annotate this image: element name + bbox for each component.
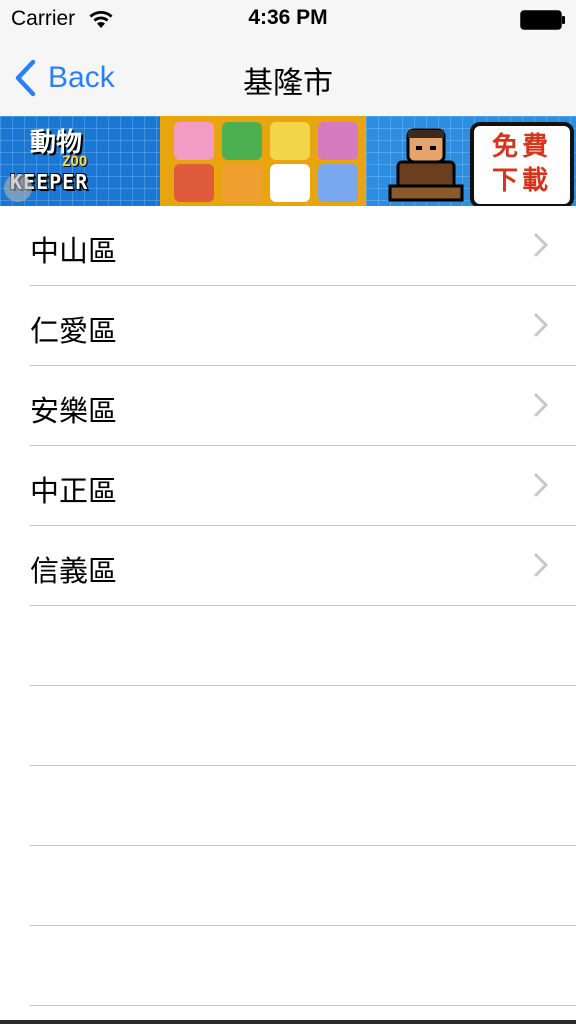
screen-bottom-edge [0,1020,576,1024]
list-item-label: 中正區 [30,474,118,508]
ad-banner[interactable]: 動物 ZOO KEEPER 免費下載 [0,116,576,206]
ad-info-icon[interactable] [4,174,32,202]
list-item-label: 信義區 [30,554,118,588]
clock: 4:36 PM [248,6,328,29]
empty-row [0,766,576,846]
giraffe-tile-icon [270,122,310,160]
download-bubble[interactable]: 免費下載 [470,122,574,206]
crate-tile-icon [222,164,262,202]
district-list: 中山區 仁愛區 安樂區 中正區 信義區 [0,206,576,1006]
chevron-right-icon [534,313,548,337]
row-divider [30,1005,576,1006]
banner-zoo-text: ZOO [62,154,88,170]
list-item-label: 安樂區 [30,394,118,428]
list-item[interactable]: 安樂區 [0,366,576,446]
chevron-right-icon [534,393,548,417]
banner-logo-panel: 動物 ZOO KEEPER [0,116,160,206]
banner-cta-panel: 免費下載 [366,116,576,206]
navigation-bar: Back 基隆市 [0,40,576,117]
list-item[interactable]: 中正區 [0,446,576,526]
panda-tile-icon [270,164,310,202]
chevron-right-icon [534,553,548,577]
empty-row [0,606,576,686]
elephant-tile-icon [318,164,358,202]
list-item-label: 中山區 [30,234,118,268]
list-item[interactable]: 信義區 [0,526,576,606]
rabbit-tile-icon [174,122,214,160]
frog-tile-icon [222,122,262,160]
empty-row [0,846,576,926]
empty-row [0,686,576,766]
banner-animal-tiles [160,116,366,206]
top-bar: Carrier 4:36 PM Back 基隆市 [0,0,576,117]
chevron-right-icon [534,233,548,257]
list-item[interactable]: 中山區 [0,206,576,286]
list-item-label: 仁愛區 [30,314,118,348]
download-cta: 免費下載 [491,132,552,196]
empty-row [0,926,576,1006]
hippo-tile-icon [318,122,358,160]
monkey-tile-icon [174,164,214,202]
battery-icon [520,10,565,30]
list-item[interactable]: 仁愛區 [0,286,576,366]
chevron-right-icon [534,473,548,497]
zookeeper-figure-icon [388,128,464,202]
page-title: 基隆市 [243,66,333,101]
status-bar: Carrier 4:36 PM [0,0,576,40]
